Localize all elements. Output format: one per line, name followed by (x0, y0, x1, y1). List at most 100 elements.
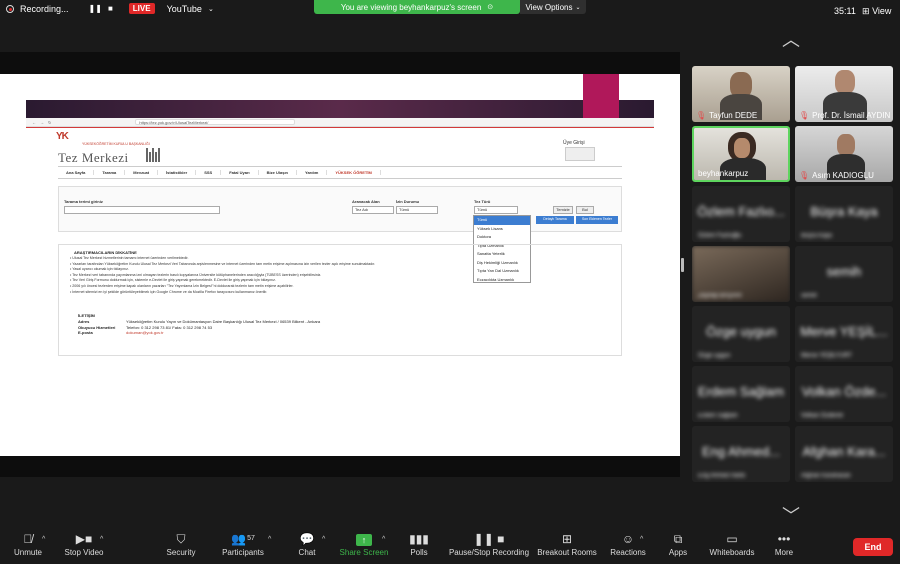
url-bar[interactable]: https://tez.yok.gov.tr/UlusalTezMerkezi/ (135, 119, 296, 125)
participant-name-large: semih (826, 264, 862, 279)
participant-tile[interactable]: Büşra Kaya Büşra Kaya (795, 186, 893, 242)
participant-name: 🎙 Asım KADIOGLU (799, 171, 874, 180)
menu-item[interactable]: Tarama (94, 170, 126, 175)
menu-item[interactable]: Mevzuat (125, 170, 159, 175)
menu-item[interactable]: Ana Sayfa (58, 170, 95, 175)
search-term-input[interactable] (64, 206, 220, 214)
chat-caret[interactable]: ^ (322, 530, 332, 564)
muted-mic-icon: 🎙 (696, 111, 707, 120)
header-divider (26, 127, 654, 128)
permission-label: İzin Durumu (396, 199, 420, 204)
muted-mic-icon: 🎙 (799, 111, 810, 120)
participant-tile[interactable]: Volkan Özde... Volkan Özdemir (795, 366, 893, 422)
participant-name-large: Volkan Özde... (801, 384, 887, 399)
participant-name-large: Özlem Fazlıo... (697, 204, 785, 219)
participant-name: Erdem Sağlam (698, 413, 738, 419)
participant-name: Büşra Kaya (801, 233, 833, 239)
participant-name-large: Eng Ahmed... (701, 444, 781, 459)
end-meeting-button[interactable]: End (853, 538, 893, 556)
polls-button[interactable]: ▮▮▮ Polls (404, 530, 434, 564)
muted-mic-icon: 🎙 (799, 171, 810, 180)
breakout-rooms-button[interactable]: ⊞ Breakout Rooms (536, 530, 598, 564)
whiteboards-button[interactable]: ▭ Whiteboards (706, 530, 758, 564)
video-options-caret[interactable]: ^ (100, 530, 110, 564)
participant-tile[interactable]: Zeynep BAŞARI (692, 246, 790, 302)
pause-stop-recording-button[interactable]: ❚❚ ■ Pause/Stop Recording (448, 530, 530, 564)
info-icon[interactable]: ⊙ (487, 3, 493, 11)
participant-name: Merve YEŞİLYURT (801, 353, 853, 359)
participants-count: 57 (247, 535, 255, 542)
participants-button[interactable]: 👥57 Participants (216, 530, 270, 564)
site-header-banner (26, 100, 654, 118)
clear-button[interactable]: Temizle (553, 206, 573, 214)
viewing-banner-text: You are viewing beyhankarpuz's screen (340, 2, 482, 12)
apps-button[interactable]: ⧉ Apps (664, 530, 692, 564)
more-dots-icon: ••• (777, 532, 791, 546)
back-icon[interactable]: ← (32, 120, 36, 125)
chat-button[interactable]: 💬 Chat (292, 530, 322, 564)
dropdown-option[interactable]: Doktora (474, 233, 530, 242)
zoom-window: Recording... ❚❚ ■ LIVE YouTube ⌄ You are… (0, 0, 900, 564)
resize-handle[interactable] (681, 258, 684, 272)
participants-caret[interactable]: ^ (268, 530, 278, 564)
participant-tile[interactable]: Afghan Kara... Afghan Karahasan (795, 426, 893, 482)
chat-bubble-icon: 💬 (299, 532, 315, 546)
recording-indicator: Recording... ❚❚ ■ LIVE YouTube ⌄ (6, 3, 214, 14)
participant-tile[interactable]: Özlem Fazlıo... Özlem Fazlıoğlu (692, 186, 790, 242)
participant-name: semih (801, 293, 818, 299)
menu-item-special[interactable]: YÜKSEK ÖĞRETİM (327, 170, 381, 175)
chevron-down-icon: ⌄ (575, 4, 581, 11)
detailed-search-button[interactable]: Detaylı Tarama (536, 216, 574, 224)
menu-item[interactable]: SSS (196, 170, 222, 175)
participant-tile[interactable]: semih semih (795, 246, 893, 302)
thesis-type-select[interactable]: Tümü (474, 206, 518, 214)
participant-tile[interactable]: Merve YEŞİL... Merve YEŞİLYURT (795, 306, 893, 362)
notice-list: • Ulusal Tez Merkezi hizmetlerinin tamam… (70, 256, 550, 295)
permission-select[interactable]: Tümü (396, 206, 438, 214)
youtube-label[interactable]: YouTube (167, 4, 202, 14)
latest-theses-button[interactable]: Son Eklenen Tezler (576, 216, 618, 224)
chevron-up-icon: ^ (100, 536, 104, 543)
dropdown-option[interactable]: Yüksek Lisans (474, 225, 530, 234)
magenta-decoration (583, 74, 619, 118)
participant-tile-active[interactable]: beyhankarpuz (692, 126, 790, 182)
field-label: Aranacak Alan (352, 199, 380, 204)
participant-name: Eng Ahmed Harbi (698, 473, 746, 479)
pause-stop-icon: ❚❚ ■ (473, 532, 505, 546)
pause-icon[interactable]: ❚❚ (89, 4, 102, 13)
participant-tile[interactable]: Özge uygun Özge uygun (692, 306, 790, 362)
find-button[interactable]: Bul (576, 206, 594, 214)
dropdown-option[interactable]: Tümü (474, 216, 530, 225)
participant-tile[interactable]: 🎙 Prof. Dr. İsmail AYDIN (795, 66, 893, 122)
participant-tile[interactable]: Erdem Sağlam Erdem Sağlam (692, 366, 790, 422)
chevron-down-icon[interactable]: ﹀ (782, 502, 800, 528)
stop-icon[interactable]: ■ (108, 4, 113, 13)
view-options-button[interactable]: View Options ⌄ (520, 0, 586, 14)
view-options-label: View Options (525, 2, 573, 12)
participant-tile[interactable]: 🎙 Asım KADIOGLU (795, 126, 893, 182)
participant-tile[interactable]: 🎙 Tayfun DEDE (692, 66, 790, 122)
view-button[interactable]: ⊞ View (862, 6, 891, 17)
menu-item[interactable]: İstatistikler (158, 170, 197, 175)
participant-tile[interactable]: Eng Ahmed... Eng Ahmed Harbi (692, 426, 790, 482)
security-button[interactable]: ⛉ Security (160, 530, 202, 564)
participant-name: 🎙 Prof. Dr. İsmail AYDIN (799, 111, 891, 120)
menu-item[interactable]: Fatal Uyarı (221, 170, 259, 175)
chevron-up-icon[interactable]: ︿ (782, 26, 800, 52)
menu-item[interactable]: Bize Ulaşın (259, 170, 297, 175)
forward-icon[interactable]: → (40, 120, 44, 125)
reactions-caret[interactable]: ^ (640, 530, 650, 564)
reload-icon[interactable]: ↻ (48, 120, 51, 125)
participant-name-large: Merve YEŞİL... (800, 324, 888, 339)
login-link[interactable]: Üye Girişi (563, 140, 585, 146)
audio-options-caret[interactable]: ^ (42, 530, 52, 564)
yok-logo: YK (56, 131, 69, 142)
menu-item[interactable]: Yardım (297, 170, 328, 175)
share-caret[interactable]: ^ (382, 530, 392, 564)
field-select[interactable]: Tez Adı (352, 206, 394, 214)
login-image (565, 147, 595, 161)
building-logo-icon (146, 148, 162, 162)
more-button[interactable]: ••• More (770, 530, 798, 564)
chevron-down-icon[interactable]: ⌄ (208, 5, 214, 13)
participant-name: Özlem Fazlıoğlu (698, 233, 742, 239)
